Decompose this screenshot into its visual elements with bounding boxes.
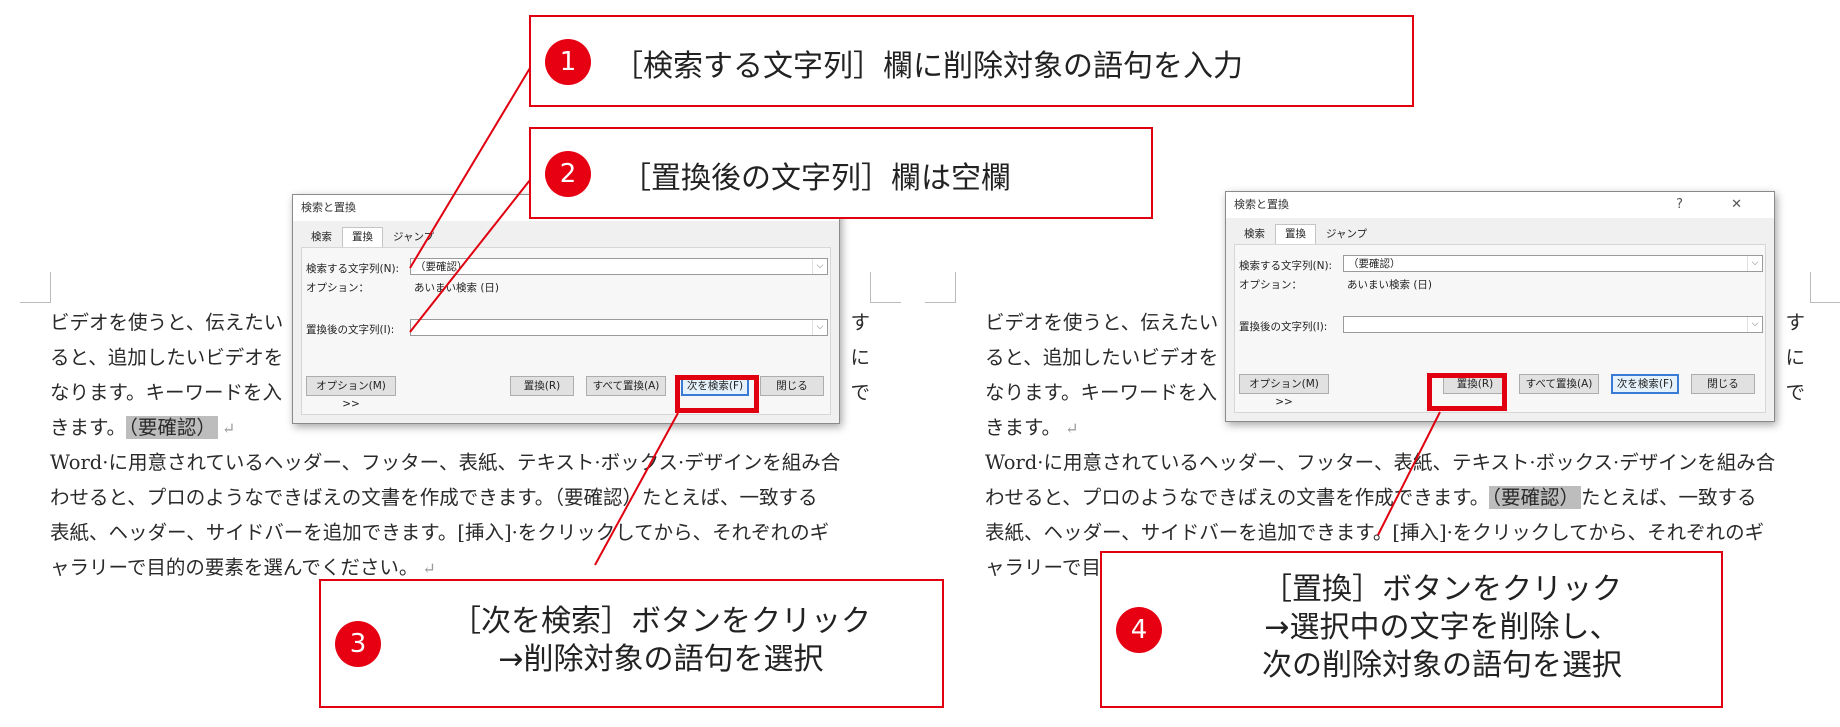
close-button[interactable]: 閉じる — [1691, 374, 1755, 394]
callout-step-3: 3 ［次を検索］ボタンをクリック →削除対象の語句を選択 — [319, 579, 944, 708]
replace-input[interactable]: ⌵ — [1343, 316, 1763, 333]
tab-find[interactable]: 検索 — [301, 227, 342, 248]
callout-step-1: 1 ［検索する文字列］欄に削除対象の語句を入力 — [529, 15, 1414, 107]
document-line: Word·に用意されているヘッダー、フッター、表紙、テキスト·ボックス·デザイン… — [50, 451, 841, 474]
document-line: Word·に用意されているヘッダー、フッター、表紙、テキスト·ボックス·デザイン… — [985, 451, 1776, 474]
document-line: わせると、プロのようなできばえの文書を作成できます。（要確認）たとえば、一致する — [50, 486, 818, 509]
options-label: オプション： — [1239, 279, 1302, 291]
paragraph-mark-icon: ↵ — [422, 559, 436, 578]
step-number-badge: 3 — [335, 621, 381, 667]
chevron-down-icon[interactable]: ⌵ — [812, 259, 827, 274]
replace-label: 置換後の文字列(I): — [1239, 321, 1328, 333]
callout-text: ［置換］ボタンをクリック →選択中の文字を削除し、 次の削除対象の語句を選択 — [1262, 572, 1622, 683]
chevron-down-icon[interactable]: ⌵ — [812, 320, 827, 335]
page-corner-mark — [20, 272, 51, 303]
callout-text: ［置換後の文字列］欄は空欄 — [621, 161, 1011, 196]
help-close-icon[interactable]: ? ✕ — [1676, 192, 1764, 218]
callout-step-2: 2 ［置換後の文字列］欄は空欄 — [529, 127, 1153, 219]
replace-all-button[interactable]: すべて置換(A) — [586, 376, 666, 396]
callout-text: ［次を検索］ボタンをクリック →削除対象の語句を選択 — [451, 604, 871, 677]
options-value: あいまい検索 (日) — [414, 282, 500, 294]
selected-text-highlight: （要確認） — [126, 416, 218, 439]
document-line: 表紙、ヘッダー、サイドバーを追加できます。[挿入]·をクリックしてから、それぞれ… — [985, 521, 1765, 544]
document-line: わせると、プロのようなできばえの文書を作成できます。（要確認）たとえば、一致する — [985, 486, 1757, 509]
paragraph-mark-icon: ↵ — [1065, 419, 1079, 438]
step-number-badge: 1 — [545, 39, 591, 85]
replace-all-button[interactable]: すべて置換(A) — [1519, 374, 1599, 394]
dialog-tabs: 検索 置換 ジャンプ — [1234, 224, 1377, 245]
find-label: 検索する文字列(N): — [1239, 260, 1333, 272]
chevron-down-icon[interactable]: ⌵ — [1747, 256, 1762, 271]
callout-step-4: 4 ［置換］ボタンをクリック →選択中の文字を削除し、 次の削除対象の語句を選択 — [1100, 551, 1723, 708]
dialog-titlebar[interactable]: 検索と置換? ✕ — [1226, 192, 1774, 218]
tab-replace[interactable]: 置換 — [1275, 224, 1316, 245]
replace-button[interactable]: 置換(R) — [510, 376, 574, 396]
replace-highlight-box — [1427, 373, 1507, 411]
find-label: 検索する文字列(N): — [306, 263, 400, 275]
replace-label: 置換後の文字列(I): — [306, 324, 395, 336]
close-button[interactable]: 閉じる — [760, 376, 824, 396]
tab-jump[interactable]: ジャンプ — [383, 227, 444, 248]
tab-jump[interactable]: ジャンプ — [1316, 224, 1377, 245]
more-options-button[interactable]: オプション(M) >> — [1239, 374, 1329, 408]
replace-input[interactable]: ⌵ — [410, 319, 828, 336]
step-number-badge: 4 — [1116, 607, 1162, 653]
page-corner-mark — [870, 272, 901, 303]
options-label: オプション： — [306, 282, 369, 294]
callout-text: ［検索する文字列］欄に削除対象の語句を入力 — [613, 49, 1243, 84]
step-number-badge: 2 — [545, 151, 591, 197]
chevron-down-icon[interactable]: ⌵ — [1747, 317, 1762, 332]
more-options-button[interactable]: オプション(M) >> — [306, 376, 396, 410]
options-value: あいまい検索 (日) — [1347, 279, 1433, 291]
page-corner-mark — [925, 272, 956, 303]
dialog-tabs: 検索 置換 ジャンプ — [301, 227, 444, 248]
find-input[interactable]: （要確認） ⌵ — [1343, 255, 1763, 272]
find-next-highlight-box — [675, 375, 759, 413]
page-corner-mark — [1810, 272, 1840, 303]
document-line: 表紙、ヘッダー、サイドバーを追加できます。[挿入]·をクリックしてから、それぞれ… — [50, 521, 830, 544]
selected-text-highlight: （要確認） — [1489, 486, 1582, 509]
find-input[interactable]: （要確認） ⌵ — [410, 258, 828, 275]
tab-replace[interactable]: 置換 — [342, 227, 383, 248]
find-next-button[interactable]: 次を検索(F) — [1611, 374, 1679, 394]
tab-find[interactable]: 検索 — [1234, 224, 1275, 245]
paragraph-mark-icon: ↵ — [221, 419, 236, 438]
